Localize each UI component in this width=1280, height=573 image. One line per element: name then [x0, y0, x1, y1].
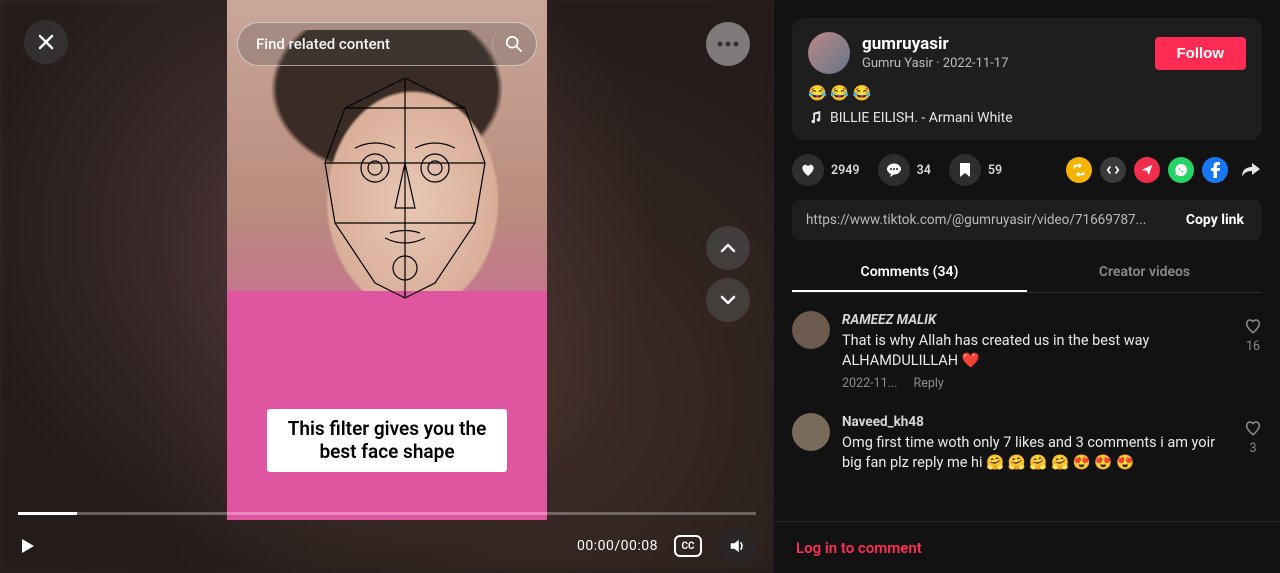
- comment-item: RAMEEZ MALIK That is why Allah has creat…: [792, 301, 1262, 403]
- progress-bar[interactable]: [18, 512, 756, 515]
- video-frame-hoodie: [227, 291, 547, 520]
- login-to-comment-button[interactable]: Log in to comment: [796, 539, 922, 557]
- comment-like[interactable]: 16: [1244, 311, 1262, 393]
- heart-icon: [800, 162, 816, 178]
- author-names[interactable]: gumruyasir Gumru Yasir · 2022-11-17: [862, 34, 1143, 72]
- author-handle: gumruyasir: [862, 34, 1143, 55]
- share-repost-icon[interactable]: [1066, 157, 1092, 183]
- search-icon[interactable]: [492, 27, 526, 61]
- close-icon: [36, 32, 56, 52]
- comment-like[interactable]: 3: [1244, 413, 1262, 472]
- login-prompt-bar: Log in to comment: [774, 521, 1280, 573]
- play-button[interactable]: [18, 537, 36, 555]
- commenter-name[interactable]: RAMEEZ MALIK: [842, 311, 1232, 329]
- volume-button[interactable]: [718, 527, 756, 565]
- commenter-name[interactable]: Naveed_kh48: [842, 413, 1232, 431]
- time-display: 00:00/00:08: [577, 538, 658, 554]
- share-whatsapp-icon[interactable]: [1168, 157, 1194, 183]
- heart-outline-icon: [1244, 419, 1262, 437]
- chevron-down-icon: [719, 291, 737, 309]
- comment-text: Omg first time woth only 7 likes and 3 c…: [842, 433, 1232, 472]
- video-controls: 00:00/00:08 CC: [0, 512, 774, 573]
- comment-reply-button[interactable]: Reply: [914, 376, 944, 393]
- like-count: 2949: [831, 163, 860, 178]
- save-count: 59: [988, 163, 1002, 178]
- close-button[interactable]: [24, 20, 68, 64]
- comment-text: That is why Allah has created us in the …: [842, 331, 1232, 370]
- comment-icon: [886, 162, 902, 178]
- commenter-avatar[interactable]: [792, 413, 830, 451]
- copy-link-button[interactable]: Copy link: [1168, 212, 1262, 228]
- previous-video-button[interactable]: [706, 226, 750, 270]
- music-row[interactable]: BILLIE EILISH. - Armani White: [808, 110, 1246, 126]
- tab-comments[interactable]: Comments (34): [792, 254, 1027, 292]
- music-note-icon: [808, 111, 822, 125]
- video-description: 😂 😂 😂: [808, 84, 1246, 102]
- like-stat[interactable]: 2949: [792, 154, 860, 186]
- comment-like-count: 16: [1246, 339, 1260, 354]
- play-icon: [18, 537, 36, 555]
- share-embed-icon[interactable]: [1100, 157, 1126, 183]
- comment-date: 2022-11...: [842, 376, 898, 393]
- author-card: gumruyasir Gumru Yasir · 2022-11-17 Foll…: [792, 18, 1262, 140]
- video-player[interactable]: This filter gives you the best face shap…: [227, 0, 547, 520]
- share-forward-icon[interactable]: [1240, 160, 1262, 180]
- comment-stat[interactable]: 34: [878, 154, 931, 186]
- bookmark-icon: [958, 162, 972, 178]
- next-video-button[interactable]: [706, 278, 750, 322]
- comment-count: 34: [917, 163, 931, 178]
- share-send-icon[interactable]: [1134, 157, 1160, 183]
- share-link-row: https://www.tiktok.com/@gumruyasir/video…: [792, 200, 1262, 240]
- share-facebook-icon[interactable]: [1202, 157, 1228, 183]
- tabs: Comments (34) Creator videos: [792, 254, 1262, 293]
- progress-fill: [18, 512, 77, 515]
- follow-button[interactable]: Follow: [1155, 37, 1247, 70]
- captions-button[interactable]: CC: [674, 535, 702, 557]
- more-options-button[interactable]: [706, 22, 750, 66]
- comments-list[interactable]: RAMEEZ MALIK That is why Allah has creat…: [774, 293, 1280, 521]
- tab-creator-videos[interactable]: Creator videos: [1027, 254, 1262, 292]
- share-url[interactable]: https://www.tiktok.com/@gumruyasir/video…: [792, 212, 1168, 228]
- video-caption: This filter gives you the best face shap…: [267, 409, 507, 473]
- author-avatar[interactable]: [808, 32, 850, 74]
- info-pane: gumruyasir Gumru Yasir · 2022-11-17 Foll…: [774, 0, 1280, 573]
- comment-meta: 2022-11... Reply: [842, 376, 1232, 393]
- ellipsis-icon: [717, 41, 739, 47]
- heart-outline-icon: [1244, 317, 1262, 335]
- stats-row: 2949 34 59: [774, 140, 1280, 190]
- commenter-avatar[interactable]: [792, 311, 830, 349]
- music-title: BILLIE EILISH. - Armani White: [830, 110, 1013, 126]
- comment-like-count: 3: [1249, 441, 1256, 456]
- chevron-up-icon: [719, 239, 737, 257]
- face-wireframe-overlay: [315, 73, 495, 303]
- search-placeholder: Find related content: [256, 35, 486, 53]
- author-subline: Gumru Yasir · 2022-11-17: [862, 56, 1143, 72]
- comment-item: Naveed_kh48 Omg first time woth only 7 l…: [792, 403, 1262, 482]
- volume-icon: [728, 537, 746, 555]
- save-stat[interactable]: 59: [949, 154, 1002, 186]
- search-related-content[interactable]: Find related content: [237, 22, 537, 66]
- video-pane: This filter gives you the best face shap…: [0, 0, 774, 573]
